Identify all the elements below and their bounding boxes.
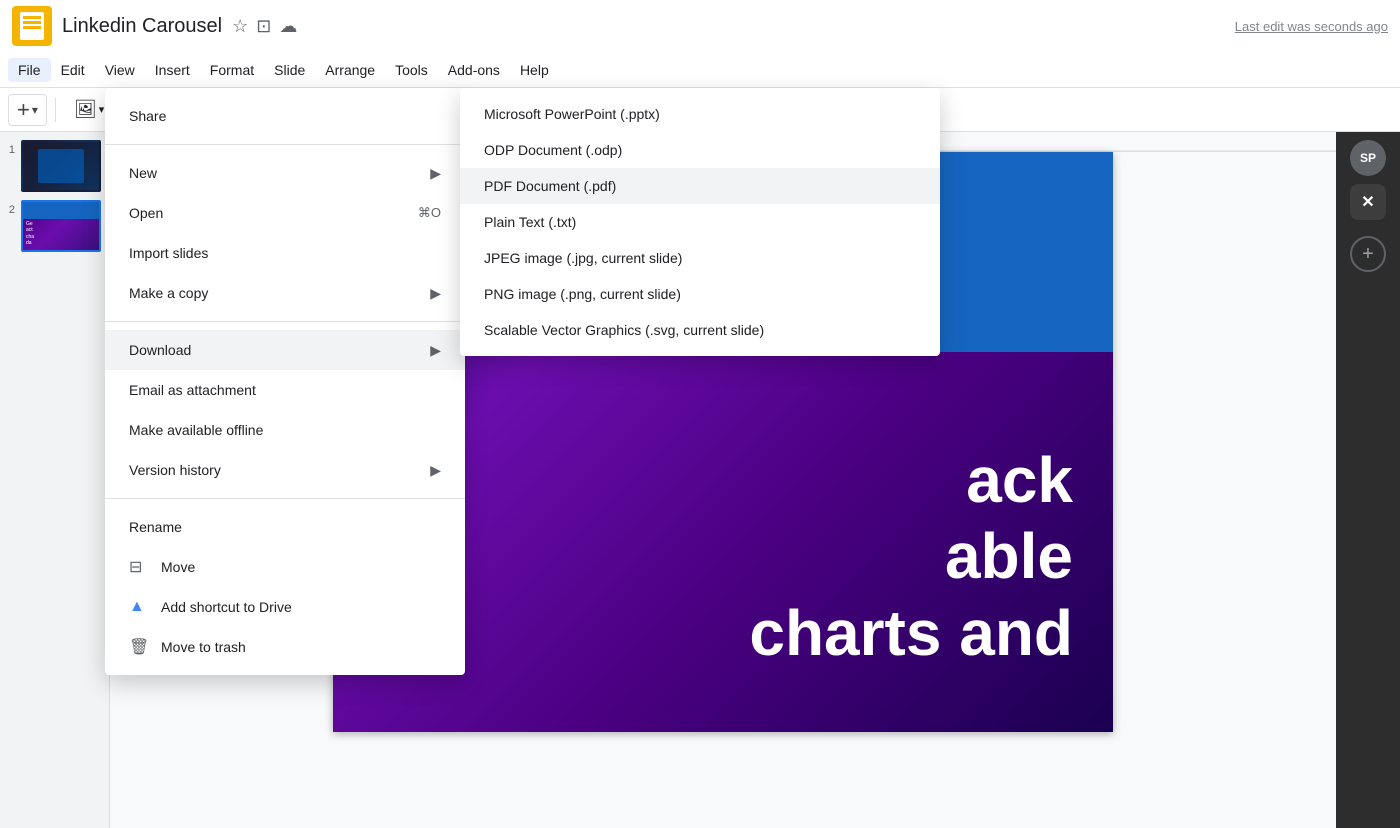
fmd-item-add-shortcut[interactable]: ▲ Add shortcut to Drive [105, 587, 465, 627]
drive-icon: ▲ [129, 598, 153, 616]
slide-canvas-text: ackablecharts and [749, 442, 1073, 672]
menu-item-addons[interactable]: Add-ons [438, 58, 510, 82]
fmd-item-import[interactable]: Import slides [105, 233, 465, 273]
add-btn[interactable]: + [1350, 236, 1386, 272]
fmd-trash-label: Move to trash [161, 639, 441, 655]
toolbar-divider-1 [55, 98, 56, 122]
title-icons: ☆ ⊡ ☁ [232, 16, 297, 37]
fmd-new-label: New [129, 165, 430, 181]
fmd-make-copy-label: Make a copy [129, 285, 430, 301]
fmd-version-label: Version history [129, 462, 430, 478]
app-icon [12, 6, 52, 46]
slide-num-2: 2 [8, 200, 15, 216]
dsm-svg-label: Scalable Vector Graphics (.svg, current … [484, 322, 764, 338]
fmd-item-open[interactable]: Open ⌘O [105, 193, 465, 233]
dsm-png[interactable]: PNG image (.png, current slide) [460, 276, 940, 312]
menu-item-help[interactable]: Help [510, 58, 559, 82]
fmd-offline-label: Make available offline [129, 422, 441, 438]
plus-icon: + [17, 97, 30, 123]
dsm-txt-label: Plain Text (.txt) [484, 214, 576, 230]
slide-preview-1[interactable] [21, 140, 101, 192]
fmd-import-label: Import slides [129, 245, 441, 261]
title-bar: Linkedin Carousel ☆ ⊡ ☁ Last edit was se… [0, 0, 1400, 52]
right-panel: SP ✕ + [1336, 132, 1400, 828]
menu-item-insert[interactable]: Insert [145, 58, 200, 82]
fmd-make-copy-arrow: ▶ [430, 285, 441, 302]
last-edit: Last edit was seconds ago [1235, 19, 1388, 34]
fmd-divider-2 [105, 498, 465, 499]
cloud-icon[interactable]: ☁ [279, 16, 297, 37]
fmd-open-shortcut: ⌘O [418, 205, 441, 221]
add-slide-btn[interactable]: + ▾ [8, 94, 47, 126]
slide-thumb-2[interactable]: 2 Geactchada [8, 200, 101, 252]
menu-item-view[interactable]: View [95, 58, 145, 82]
chevron-down-icon-2: ▾ [99, 103, 105, 116]
ai-icon[interactable]: ✕ [1350, 184, 1386, 220]
dsm-txt[interactable]: Plain Text (.txt) [460, 204, 940, 240]
fmd-item-download[interactable]: Download ▶ [105, 330, 465, 370]
menu-item-format[interactable]: Format [200, 58, 264, 82]
fmd-item-share[interactable]: Share [105, 96, 465, 136]
fmd-item-new[interactable]: New ▶ [105, 153, 465, 193]
dsm-png-label: PNG image (.png, current slide) [484, 286, 681, 302]
fmd-item-rename[interactable]: Rename [105, 507, 465, 547]
fmd-open-label: Open [129, 205, 418, 221]
fmd-share-label: Share [129, 108, 441, 124]
dsm-odp[interactable]: ODP Document (.odp) [460, 132, 940, 168]
fmd-divider-0 [105, 144, 465, 145]
fmd-rename-label: Rename [129, 519, 441, 535]
avatar-sp[interactable]: SP [1350, 140, 1386, 176]
star-icon[interactable]: ☆ [232, 16, 248, 37]
slide-thumb-1[interactable]: 1 [8, 140, 101, 192]
trash-icon: 🗑 [129, 637, 153, 657]
fmd-version-arrow: ▶ [430, 462, 441, 479]
fmd-item-email[interactable]: Email as attachment [105, 370, 465, 410]
app-icon-inner [20, 12, 44, 40]
fmd-item-move[interactable]: ⊟ Move [105, 547, 465, 587]
move-icon: ⊟ [129, 557, 153, 577]
fmd-item-version[interactable]: Version history ▶ [105, 450, 465, 490]
fmd-item-trash[interactable]: 🗑 Move to trash [105, 627, 465, 667]
menu-item-edit[interactable]: Edit [51, 58, 95, 82]
fmd-email-label: Email as attachment [129, 382, 441, 398]
folder-icon[interactable]: ⊡ [256, 16, 271, 37]
dsm-svg[interactable]: Scalable Vector Graphics (.svg, current … [460, 312, 940, 348]
menu-item-slide[interactable]: Slide [264, 58, 315, 82]
menu-item-tools[interactable]: Tools [385, 58, 438, 82]
menu-item-file[interactable]: File [8, 58, 51, 82]
fmd-item-offline[interactable]: Make available offline [105, 410, 465, 450]
dsm-odp-label: ODP Document (.odp) [484, 142, 622, 158]
chevron-down-icon: ▾ [32, 103, 38, 117]
menu-bar: File Edit View Insert Format Slide Arran… [0, 52, 1400, 88]
dsm-pptx[interactable]: Microsoft PowerPoint (.pptx) [460, 96, 940, 132]
slide-num-1: 1 [8, 140, 15, 156]
fmd-download-arrow: ▶ [430, 342, 441, 359]
dsm-pdf[interactable]: PDF Document (.pdf) [460, 168, 940, 204]
dsm-jpg-label: JPEG image (.jpg, current slide) [484, 250, 682, 266]
fmd-move-label: Move [161, 559, 441, 575]
fmd-add-shortcut-label: Add shortcut to Drive [161, 599, 441, 615]
fmd-download-label: Download [129, 342, 430, 358]
file-menu-dropdown: Share New ▶ Open ⌘O Import slides Make a… [105, 88, 465, 675]
slide-panel: 1 2 Geactchada [0, 132, 110, 828]
download-submenu: Microsoft PowerPoint (.pptx) ODP Documen… [460, 88, 940, 356]
slide-preview-2[interactable]: Geactchada [21, 200, 101, 252]
dsm-jpg[interactable]: JPEG image (.jpg, current slide) [460, 240, 940, 276]
dsm-pdf-label: PDF Document (.pdf) [484, 178, 616, 194]
dsm-pptx-label: Microsoft PowerPoint (.pptx) [484, 106, 660, 122]
fmd-divider-1 [105, 321, 465, 322]
fmd-new-arrow: ▶ [430, 165, 441, 182]
fmd-item-make-copy[interactable]: Make a copy ▶ [105, 273, 465, 313]
image-icon: 🖼 [74, 99, 97, 120]
menu-item-arrange[interactable]: Arrange [315, 58, 385, 82]
doc-title[interactable]: Linkedin Carousel [62, 15, 222, 38]
